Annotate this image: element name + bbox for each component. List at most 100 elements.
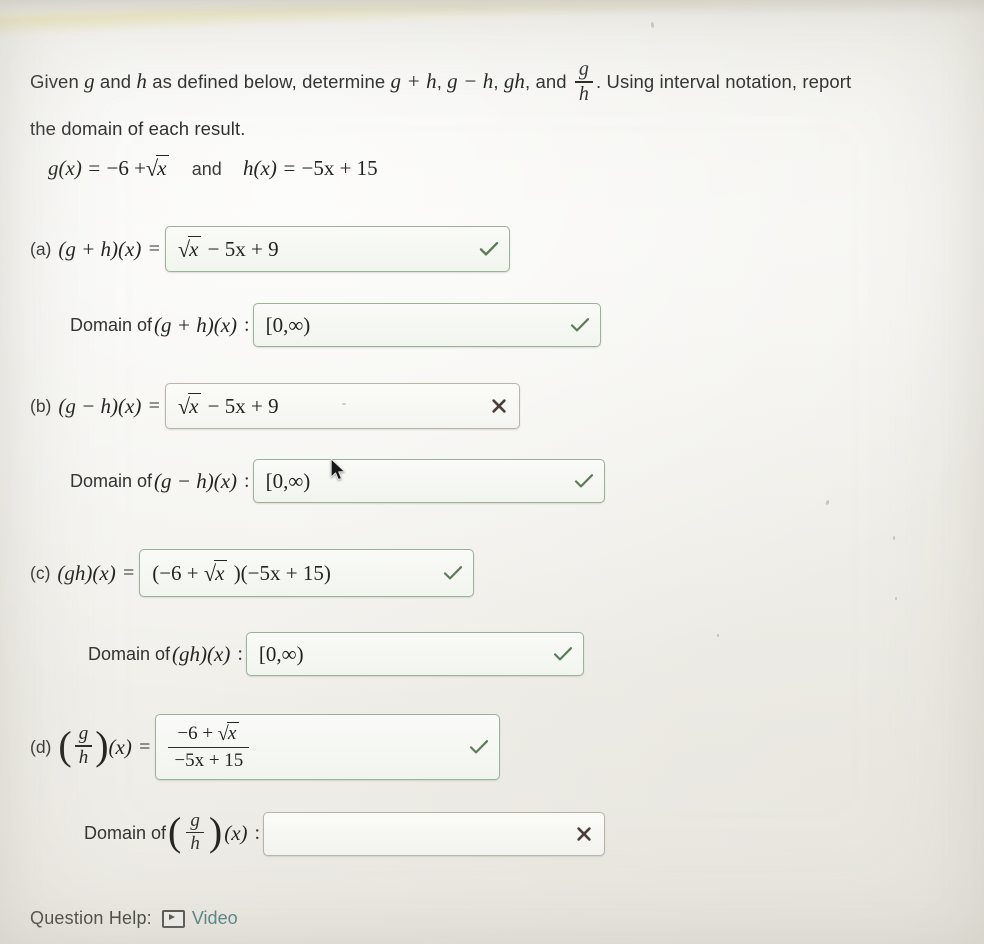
definition-h-label: h(x) = <box>243 156 297 180</box>
prompt-g: g <box>84 69 95 93</box>
video-help-link[interactable]: Video <box>161 908 238 929</box>
sqrt-icon: √x <box>178 393 202 419</box>
prompt-text-3: as defined below, determine <box>146 71 391 92</box>
part-d-domain-colon: : <box>254 822 261 844</box>
question-help-label: Question Help: <box>30 908 152 928</box>
part-d-domain-input[interactable] <box>263 811 606 856</box>
left-paren-icon: ( <box>168 809 182 854</box>
definition-g-radicand: x <box>156 155 170 181</box>
part-a-domain-value: [0,∞) <box>265 312 311 337</box>
part-c-domain-expression: (gh)(x) <box>172 641 231 666</box>
part-b-domain-row: Domain of (g − h)(x): [0,∞) <box>70 459 605 503</box>
part-b-domain-colon: : <box>244 469 250 492</box>
part-c-answer-tail: )(−5x + 15) <box>233 561 331 585</box>
left-paren-icon: ( <box>58 722 72 768</box>
part-b-domain-input[interactable]: [0,∞) <box>252 459 605 503</box>
part-d-answer-fraction: −6 + √x −5x + 15 <box>168 722 250 772</box>
part-b-domain-value: [0,∞) <box>265 468 311 493</box>
photo-speck <box>825 499 830 506</box>
part-d-correct-check-icon <box>468 736 490 758</box>
part-d-domain-label: Domain of (g h) (x): <box>84 809 263 857</box>
part-c-domain-correct-check-icon <box>552 643 574 665</box>
part-a-answer-value: √x − 5x + 9 <box>178 236 279 262</box>
prompt-quotient-denominator: h <box>578 82 590 105</box>
definition-conjunction: and <box>191 159 222 179</box>
question-content: Given g and h as defined below, determin… <box>0 0 984 944</box>
part-c-label: (c) (gh)(x) = <box>30 561 139 586</box>
prompt-sep-3: , and <box>525 71 572 92</box>
part-b-answer-input[interactable]: √x − 5x + 9 <box>164 383 520 429</box>
part-a-domain-label-text: Domain of <box>70 314 153 335</box>
part-c-expression: (gh)(x) <box>57 560 116 585</box>
part-a-domain-expression: (g + h)(x) <box>154 312 238 337</box>
part-c-domain-value: [0,∞) <box>258 641 304 666</box>
part-b-answer-row: (b) (g − h)(x) = √x − 5x + 9 <box>30 383 520 429</box>
part-d-tag: (d) <box>30 736 52 757</box>
prompt-expr-sum: g + h <box>390 69 437 93</box>
sqrt-icon: √x <box>178 236 202 262</box>
prompt-text-2: and <box>94 71 137 92</box>
part-a-label: (a) (g + h)(x) = <box>30 237 165 262</box>
part-c-correct-check-icon <box>442 562 464 584</box>
sqrt-icon: √x <box>146 155 170 181</box>
prompt-expr-diff: g − h <box>447 69 494 93</box>
part-d-answer-input[interactable]: −6 + √x −5x + 15 <box>155 714 501 780</box>
photo-speck <box>717 634 719 637</box>
question-prompt: Given g and h as defined below, determin… <box>30 58 960 152</box>
right-paren-icon: ) <box>208 809 223 854</box>
right-paren-icon: ) <box>95 722 109 768</box>
sqrt-icon: √x <box>204 560 228 586</box>
sqrt-icon: √x <box>218 722 240 745</box>
prompt-quotient-numerator: g <box>578 58 590 81</box>
video-play-icon <box>161 909 185 928</box>
function-definitions: g(x) = −6 +√x and h(x) = −5x + 15 <box>48 155 378 181</box>
part-c-answer-head: (−6 + <box>152 561 199 585</box>
prompt-sep-1: , <box>436 71 448 92</box>
part-b-expression: (g − h)(x) <box>58 393 142 418</box>
definition-h-value: −5x + 15 <box>301 156 378 180</box>
part-d-quotient-denominator: h <box>78 746 89 768</box>
part-c-answer-value: (−6 + √x )(−5x + 15) <box>152 560 331 586</box>
part-c-domain-input[interactable]: [0,∞) <box>245 632 584 676</box>
part-d-expression-suffix: (x) <box>108 734 132 759</box>
prompt-line-2: the domain of each result. <box>30 117 246 139</box>
part-d-answer-row: (d) (g h) (x) = −6 + √x −5x + 15 <box>30 714 501 780</box>
photo-speck <box>895 597 897 600</box>
part-c-equals: = <box>121 561 136 584</box>
part-a-equals: = <box>147 237 161 260</box>
part-c-radicand: x <box>214 560 228 586</box>
prompt-h: h <box>136 69 147 93</box>
part-d-domain-quotient: gh <box>186 809 204 854</box>
part-a-correct-check-icon <box>478 238 500 260</box>
part-c-domain-colon: : <box>237 642 243 665</box>
part-b-tag: (b) <box>30 395 52 416</box>
part-b-answer-value: √x − 5x + 9 <box>178 393 279 419</box>
video-link-label: Video <box>191 908 238 928</box>
prompt-expr-quotient: gh <box>574 58 594 105</box>
part-a-expression: (g + h)(x) <box>58 236 142 261</box>
part-c-answer-row: (c) (gh)(x) = (−6 + √x )(−5x + 15) <box>30 549 475 597</box>
part-b-label: (b) (g − h)(x) = <box>30 394 165 419</box>
part-b-equals: = <box>147 394 161 417</box>
part-d-domain-incorrect-cross-icon <box>573 823 595 845</box>
part-d-label: (d) (g h) (x) = <box>30 722 155 771</box>
part-d-answer-denominator: −5x + 15 <box>174 750 244 772</box>
part-c-domain-row: Domain of (gh)(x): [0,∞) <box>88 632 584 676</box>
definition-g-label: g(x) = <box>48 156 102 180</box>
fraction-bar-icon <box>168 746 250 749</box>
part-b-incorrect-cross-icon <box>488 395 510 417</box>
part-c-domain-label-text: Domain of <box>88 643 171 664</box>
part-c-tag: (c) <box>30 562 51 583</box>
part-b-radicand: x <box>188 393 202 419</box>
part-a-domain-correct-check-icon <box>569 314 591 336</box>
part-a-answer-input[interactable]: √x − 5x + 9 <box>164 226 510 272</box>
part-b-domain-label: Domain of (g − h)(x): <box>70 469 253 494</box>
part-a-domain-input[interactable]: [0,∞) <box>252 303 601 347</box>
part-d-answer-numerator: −6 + √x <box>171 722 246 745</box>
prompt-expr-prod: gh <box>503 69 526 93</box>
part-d-domain-numerator: g <box>190 809 200 831</box>
part-b-answer-tail: − 5x + 9 <box>207 394 279 418</box>
part-c-answer-input[interactable]: (−6 + √x )(−5x + 15) <box>139 549 475 597</box>
part-a-domain-colon: : <box>244 313 250 336</box>
part-b-domain-label-text: Domain of <box>70 470 153 491</box>
